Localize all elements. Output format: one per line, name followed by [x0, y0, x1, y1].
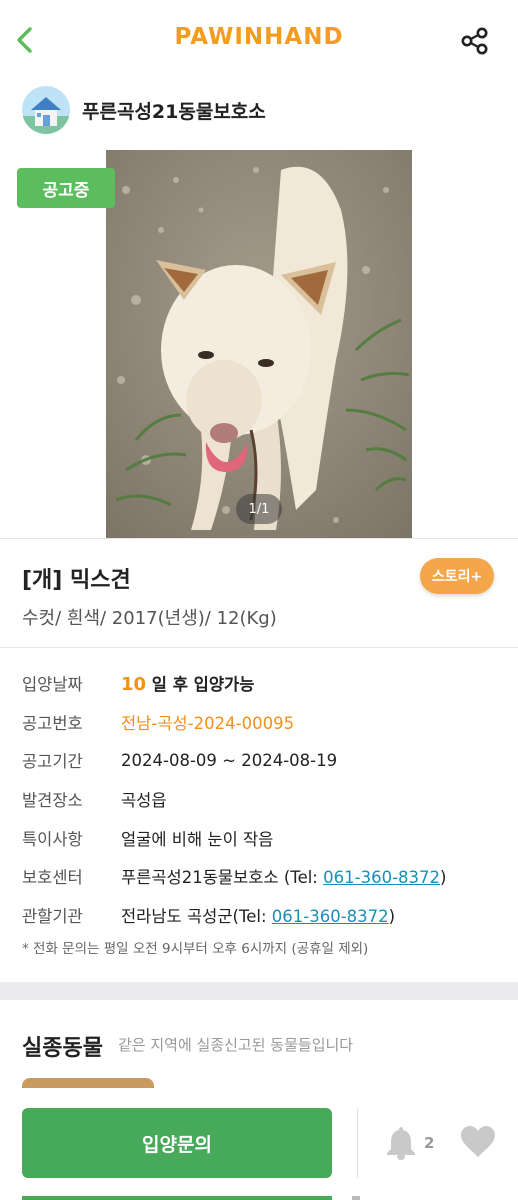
divider — [357, 1108, 358, 1178]
house-icon — [22, 86, 70, 134]
missing-section-title: 실종동물 — [22, 1036, 103, 1061]
center-phone-link[interactable]: 061-360-8372 — [323, 868, 440, 887]
adopt-inquiry-button[interactable]: 입양문의 — [22, 1108, 332, 1178]
detail-label: 발견장소 — [22, 791, 83, 811]
detail-row-center: 보호센터 푸른곡성21동물보호소 (Tel: 061-360-8372) — [22, 857, 502, 896]
agency-phone-link[interactable]: 061-360-8372 — [272, 907, 389, 926]
share-button[interactable] — [458, 24, 492, 58]
feature-text: 얼굴에 비해 눈이 작음 — [121, 829, 274, 849]
detail-row-found-place: 발견장소 곡성읍 — [22, 780, 502, 819]
animal-summary: 수컷/ 흰색/ 2017(년생)/ 12(Kg) — [22, 608, 277, 629]
detail-label: 공고기간 — [22, 752, 83, 772]
detail-label: 보호센터 — [22, 868, 83, 888]
brand-logo: PAWINHAND — [174, 24, 344, 50]
shelter-name: 푸른곡성21동물보호소 — [82, 100, 266, 123]
detail-list: 입양날짜 10 일 후 입양가능 공고번호 전남-곡성-2024-00095 공… — [22, 664, 502, 934]
center-suffix: ) — [440, 868, 447, 888]
detail-row-adopt-date: 입양날짜 10 일 후 입양가능 — [22, 664, 502, 703]
center-info: 푸른곡성21동물보호소 (Tel: 061-360-8372) — [121, 864, 446, 888]
notice-status-badge: 공고중 — [17, 168, 115, 208]
agency-name: 전라남도 곡성군(Tel: — [121, 906, 272, 926]
notice-number: 전남-곡성-2024-00095 — [121, 713, 295, 733]
agency-suffix: ) — [388, 906, 396, 926]
heart-icon — [461, 1126, 495, 1157]
top-app-bar: PAWINHAND — [0, 0, 518, 82]
detail-label: 관할기관 — [22, 906, 83, 926]
shelter-link[interactable]: 푸른곡성21동물보호소 — [22, 86, 266, 134]
secondary-button-edge[interactable] — [22, 1196, 332, 1200]
divider — [0, 647, 518, 648]
detail-row-feature: 특이사항 얼굴에 비해 눈이 작음 — [22, 818, 502, 857]
share-icon — [461, 27, 488, 55]
center-name: 푸른곡성21동물보호소 (Tel: — [121, 868, 324, 888]
detail-value: 10 일 후 입양가능 — [121, 671, 254, 695]
detail-label: 공고번호 — [22, 713, 83, 733]
story-button[interactable]: 스토리+ — [420, 558, 494, 594]
detail-row-period: 공고기간 2024-08-09 ~ 2024-08-19 — [22, 741, 502, 780]
photo-pager: 1/1 — [236, 494, 282, 524]
notify-button[interactable] — [384, 1124, 418, 1160]
missing-section-subtitle: 같은 지역에 실종신고된 동물들입니다 — [118, 1036, 354, 1054]
scroll-indicator — [352, 1196, 360, 1200]
missing-animal-card[interactable] — [22, 1078, 154, 1088]
agency-info: 전라남도 곡성군(Tel: 061-360-8372) — [121, 903, 395, 927]
adopt-days-tail: 일 후 입양가능 — [146, 675, 255, 695]
detail-label: 특이사항 — [22, 829, 83, 849]
found-place: 곡성읍 — [121, 791, 167, 811]
notify-count: 2 — [424, 1134, 435, 1152]
divider — [0, 538, 518, 539]
notice-period: 2024-08-09 ~ 2024-08-19 — [121, 750, 338, 770]
adopt-days: 10 — [121, 674, 147, 696]
detail-label: 입양날짜 — [22, 675, 83, 695]
detail-row-agency: 관할기관 전라남도 곡성군(Tel: 061-360-8372) — [22, 896, 502, 935]
animal-title: [개] 믹스견 — [22, 568, 131, 593]
call-hours-note: * 전화 문의는 평일 오전 9시부터 오후 6시까지 (공휴일 제외) — [22, 941, 369, 957]
section-separator — [0, 982, 518, 1000]
detail-row-notice-no: 공고번호 전남-곡성-2024-00095 — [22, 703, 502, 742]
animal-photo[interactable] — [106, 150, 412, 538]
bell-icon — [387, 1127, 415, 1160]
favorite-button[interactable] — [460, 1125, 496, 1159]
